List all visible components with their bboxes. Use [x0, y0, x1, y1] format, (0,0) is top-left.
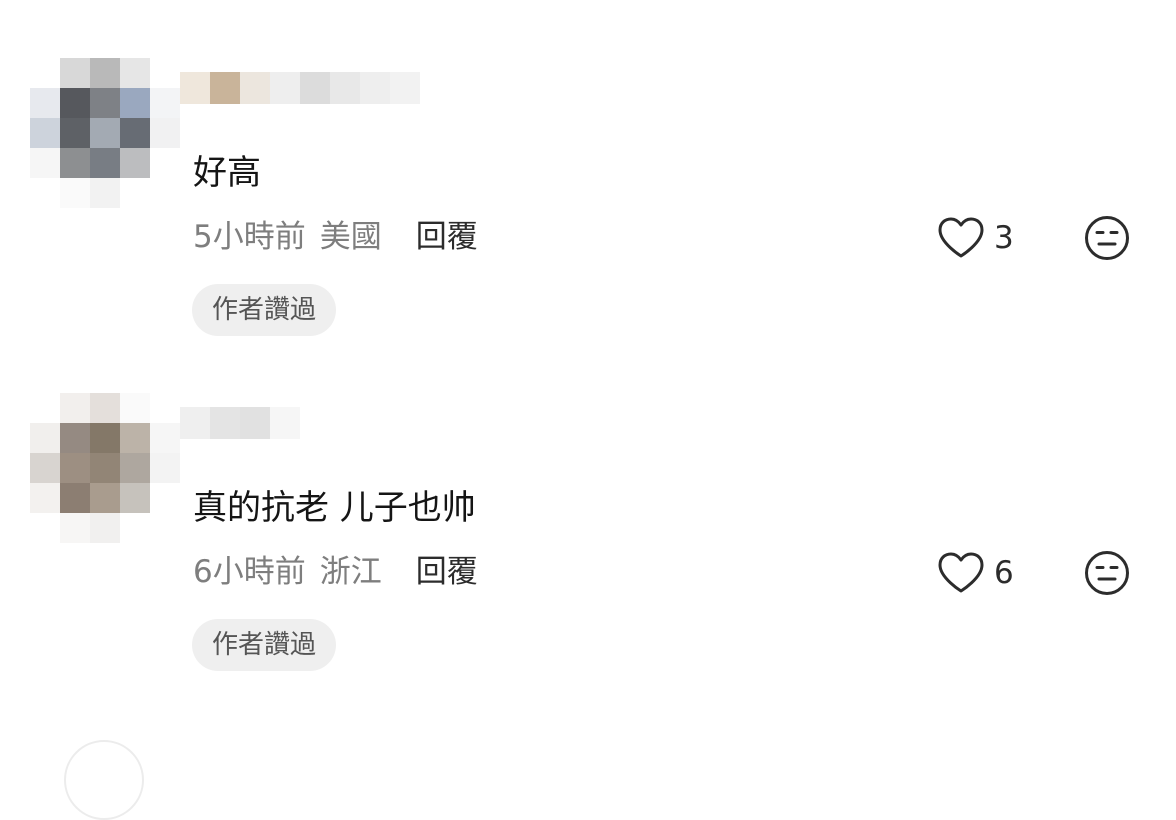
pixel-block	[30, 423, 60, 453]
pixel-block	[30, 513, 60, 543]
next-comment-avatar[interactable]	[64, 740, 144, 820]
pixel-block	[60, 483, 90, 513]
like-button[interactable]: 3	[936, 214, 1014, 262]
pixel-block	[30, 58, 60, 88]
avatar[interactable]	[30, 393, 180, 543]
comment-location: 美國	[319, 219, 382, 255]
pixel-block	[120, 148, 150, 178]
pixel-block	[60, 178, 90, 208]
like-count: 6	[994, 555, 1014, 591]
pixel-block	[300, 72, 330, 104]
pixel-block	[30, 88, 60, 118]
comment-meta: 5小時前 美國 回覆	[193, 214, 478, 260]
reaction-button[interactable]	[1083, 214, 1131, 262]
pixel-block	[120, 483, 150, 513]
pixel-block	[60, 118, 90, 148]
pixel-block	[60, 148, 90, 178]
pixel-block	[240, 72, 270, 104]
pixel-block	[30, 148, 60, 178]
pixel-block	[360, 72, 390, 104]
pixel-block	[120, 513, 150, 543]
pixel-block	[90, 88, 120, 118]
pixel-block	[150, 58, 180, 88]
pixel-block	[330, 72, 360, 104]
pixel-block	[120, 423, 150, 453]
pixel-block	[60, 513, 90, 543]
comment-meta: 6小時前 浙江 回覆	[193, 549, 478, 595]
pixel-block	[120, 58, 150, 88]
pixel-block	[390, 72, 420, 104]
pixel-block	[150, 393, 180, 423]
pixel-block	[270, 407, 300, 439]
pixel-block	[90, 453, 120, 483]
avatar[interactable]	[30, 58, 180, 208]
comment-location: 浙江	[319, 554, 382, 590]
username-pixelated[interactable]	[180, 407, 300, 439]
pixel-block	[90, 513, 120, 543]
pixel-block	[90, 393, 120, 423]
pixel-block	[150, 453, 180, 483]
pixel-block	[30, 393, 60, 423]
pixel-block	[30, 453, 60, 483]
reaction-button[interactable]	[1083, 549, 1131, 597]
author-liked-badge: 作者讚過	[192, 619, 337, 671]
pixel-block	[150, 483, 180, 513]
comment-item: 好高 5小時前 美國 回覆 3 作者讚過	[0, 0, 1176, 336]
pixel-block	[150, 178, 180, 208]
pixel-block	[60, 423, 90, 453]
reply-button[interactable]: 回覆	[416, 214, 478, 260]
pixel-block	[270, 72, 300, 104]
pixel-block	[120, 88, 150, 118]
pixel-block	[90, 423, 120, 453]
pixel-block	[90, 483, 120, 513]
meh-face-icon	[1085, 551, 1129, 595]
comment-text: 真的抗老 儿子也帅	[193, 488, 476, 528]
pixel-block	[60, 453, 90, 483]
comment-time: 6小時前	[193, 554, 306, 590]
pixel-block	[150, 148, 180, 178]
pixel-block	[90, 148, 120, 178]
pixel-block	[90, 178, 120, 208]
comment-item: 真的抗老 儿子也帅 6小時前 浙江 回覆 6 作者讚過	[0, 335, 1176, 671]
pixel-block	[210, 407, 240, 439]
pixel-block	[90, 58, 120, 88]
heart-icon	[938, 552, 984, 593]
pixel-block	[180, 72, 210, 104]
pixel-block	[150, 423, 180, 453]
pixel-block	[60, 58, 90, 88]
author-liked-badge: 作者讚過	[192, 284, 337, 336]
pixel-block	[150, 118, 180, 148]
comment-text: 好高	[193, 153, 261, 193]
pixel-block	[120, 393, 150, 423]
pixel-block	[120, 453, 150, 483]
comment-time: 5小時前	[193, 219, 306, 255]
like-button[interactable]: 6	[936, 549, 1014, 597]
pixel-block	[150, 513, 180, 543]
username-pixelated[interactable]	[180, 72, 420, 104]
pixel-block	[210, 72, 240, 104]
pixel-block	[120, 178, 150, 208]
heart-icon	[938, 217, 984, 258]
meh-face-icon	[1085, 216, 1129, 260]
pixel-block	[90, 118, 120, 148]
pixel-block	[30, 483, 60, 513]
pixel-block	[60, 393, 90, 423]
pixel-block	[120, 118, 150, 148]
reply-button[interactable]: 回覆	[416, 549, 478, 595]
pixel-block	[30, 178, 60, 208]
pixel-block	[150, 88, 180, 118]
pixel-block	[30, 118, 60, 148]
pixel-block	[180, 407, 210, 439]
pixel-block	[60, 88, 90, 118]
pixel-block	[240, 407, 270, 439]
like-count: 3	[994, 220, 1014, 256]
